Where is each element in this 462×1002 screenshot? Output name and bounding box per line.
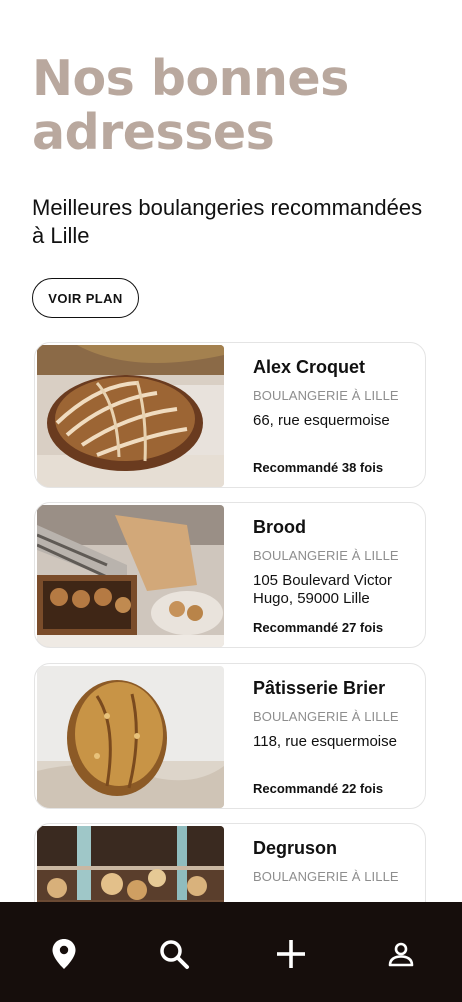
bakery-photo — [37, 345, 224, 487]
bottom-tab-bar — [0, 902, 462, 1002]
view-map-button[interactable]: VOIR PLAN — [32, 278, 139, 318]
bakery-category: BOULANGERIE À LILLE — [253, 548, 399, 563]
recommendation-count: Recommandé 38 fois — [253, 460, 384, 475]
bakery-category: BOULANGERIE À LILLE — [253, 709, 399, 724]
bakery-photo — [37, 666, 224, 808]
location-pin-icon[interactable] — [42, 932, 86, 976]
bakery-photo — [37, 505, 224, 647]
profile-icon[interactable] — [379, 932, 423, 976]
bakery-name: Brood — [253, 517, 306, 537]
recommendation-count: Recommandé 27 fois — [253, 620, 384, 635]
bakery-name: Alex Croquet — [253, 357, 366, 377]
search-icon[interactable] — [152, 932, 196, 976]
page-title: Nos bonnes adresses — [32, 50, 349, 161]
add-icon[interactable] — [269, 932, 313, 976]
bakery-category: BOULANGERIE À LILLE — [253, 388, 399, 403]
bakery-name: Pâtisserie Brier — [253, 678, 386, 698]
bakery-address: 105 Boulevard Victor Hugo, 59000 Lille — [253, 572, 392, 607]
bakery-address: 118, rue esquermoise — [253, 733, 397, 750]
bakery-name: Degruson — [253, 838, 338, 858]
bakery-card[interactable]: Brood BOULANGERIE À LILLE 105 Boulevard … — [34, 502, 426, 648]
recommendation-count: Recommandé 22 fois — [253, 781, 384, 796]
bakery-category: BOULANGERIE À LILLE — [253, 869, 399, 884]
page-subtitle: Meilleures boulangeries recommandées à L… — [32, 195, 423, 248]
bakery-card[interactable]: Alex Croquet BOULANGERIE À LILLE 66, rue… — [34, 342, 426, 488]
bakery-address: 66, rue esquermoise — [253, 412, 390, 429]
bakery-card[interactable]: Pâtisserie Brier BOULANGERIE À LILLE 118… — [34, 663, 426, 809]
